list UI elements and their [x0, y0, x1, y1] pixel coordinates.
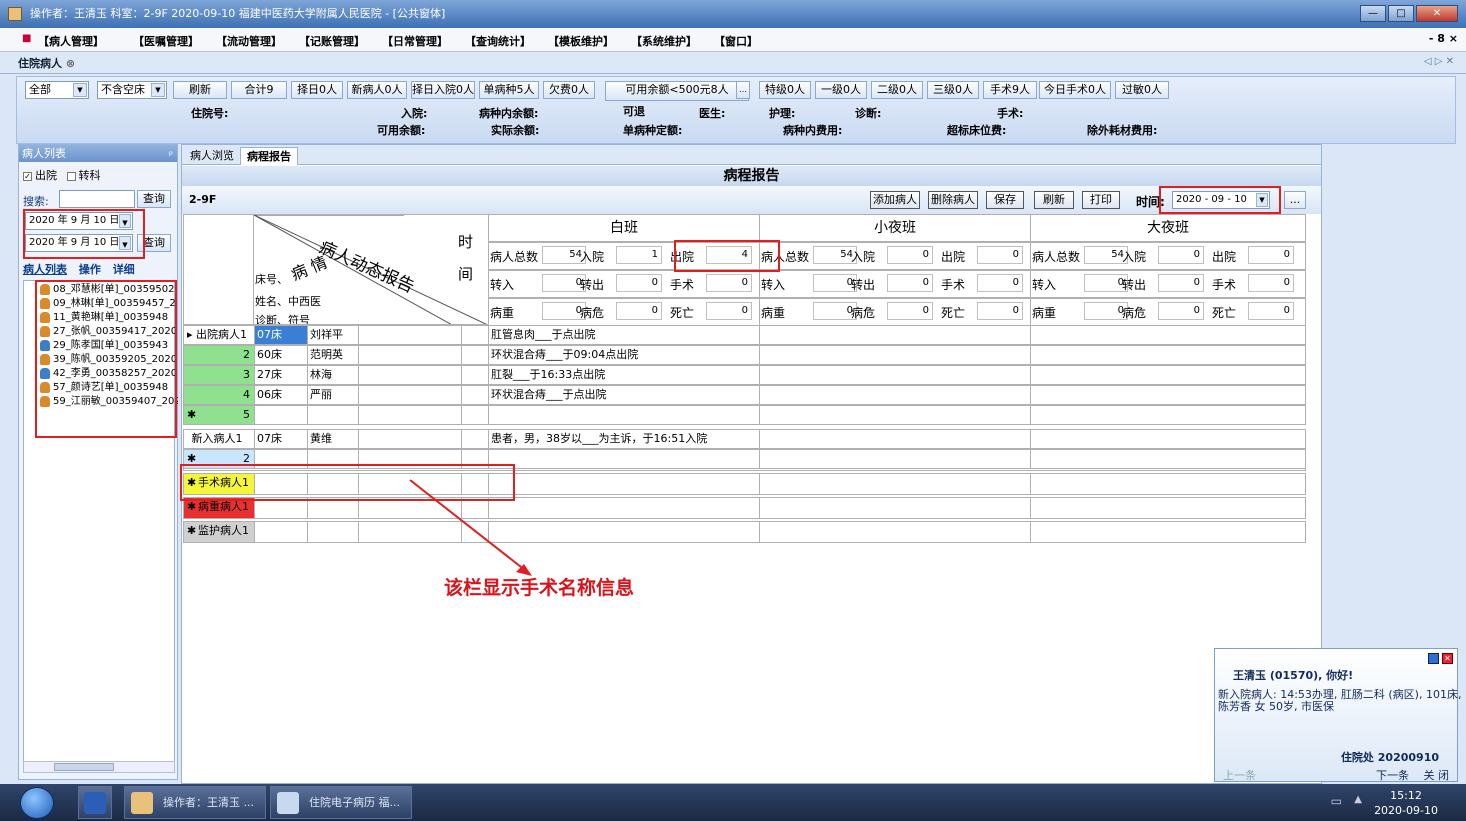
annotation-text: 该栏显示手术名称信息	[444, 577, 635, 599]
clock[interactable]: 15:12 2020-09-10	[1374, 788, 1438, 818]
tray-arrow-icon[interactable]: ▲	[1354, 794, 1362, 805]
taskbar-item-emr[interactable]: 住院电子病历 福...	[270, 786, 412, 819]
app-icon	[131, 792, 153, 814]
taskbar-item-label: 住院电子病历 福...	[309, 796, 400, 809]
taskbar-item-operator[interactable]: 操作者：王清玉 ...	[124, 786, 266, 819]
notify-greeting: 王清玉 (01570), 你好!	[1233, 669, 1354, 682]
notify-prev[interactable]: 上一条	[1223, 767, 1256, 783]
word-icon	[84, 792, 106, 814]
start-icon[interactable]	[20, 787, 54, 819]
tray-network-icon[interactable]: ▭	[1331, 794, 1342, 808]
notify-sign: 住院处 20200910	[1340, 751, 1439, 764]
close-icon[interactable]: ✕	[1442, 653, 1453, 664]
emr-icon	[277, 792, 299, 814]
notify-next[interactable]: 下一条	[1376, 767, 1409, 783]
minimize-icon[interactable]	[1428, 653, 1439, 664]
clock-date: 2020-09-10	[1374, 804, 1438, 817]
notification-popup: ✕ 王清玉 (01570), 你好! 新入院病人: 14:53办理, 肛肠二科 …	[1214, 648, 1461, 783]
word-taskbar-icon[interactable]	[78, 786, 112, 819]
notify-msg2: 陈芳香 女 50岁, 市医保	[1218, 700, 1334, 713]
taskbar: 操作者：王清玉 ... 住院电子病历 福... ▭ ▲ 15:12 2020-09…	[0, 784, 1466, 821]
taskbar-item-label: 操作者：王清玉 ...	[163, 796, 254, 809]
clock-time: 15:12	[1390, 789, 1422, 802]
notify-close[interactable]: 关 闭	[1424, 767, 1450, 783]
